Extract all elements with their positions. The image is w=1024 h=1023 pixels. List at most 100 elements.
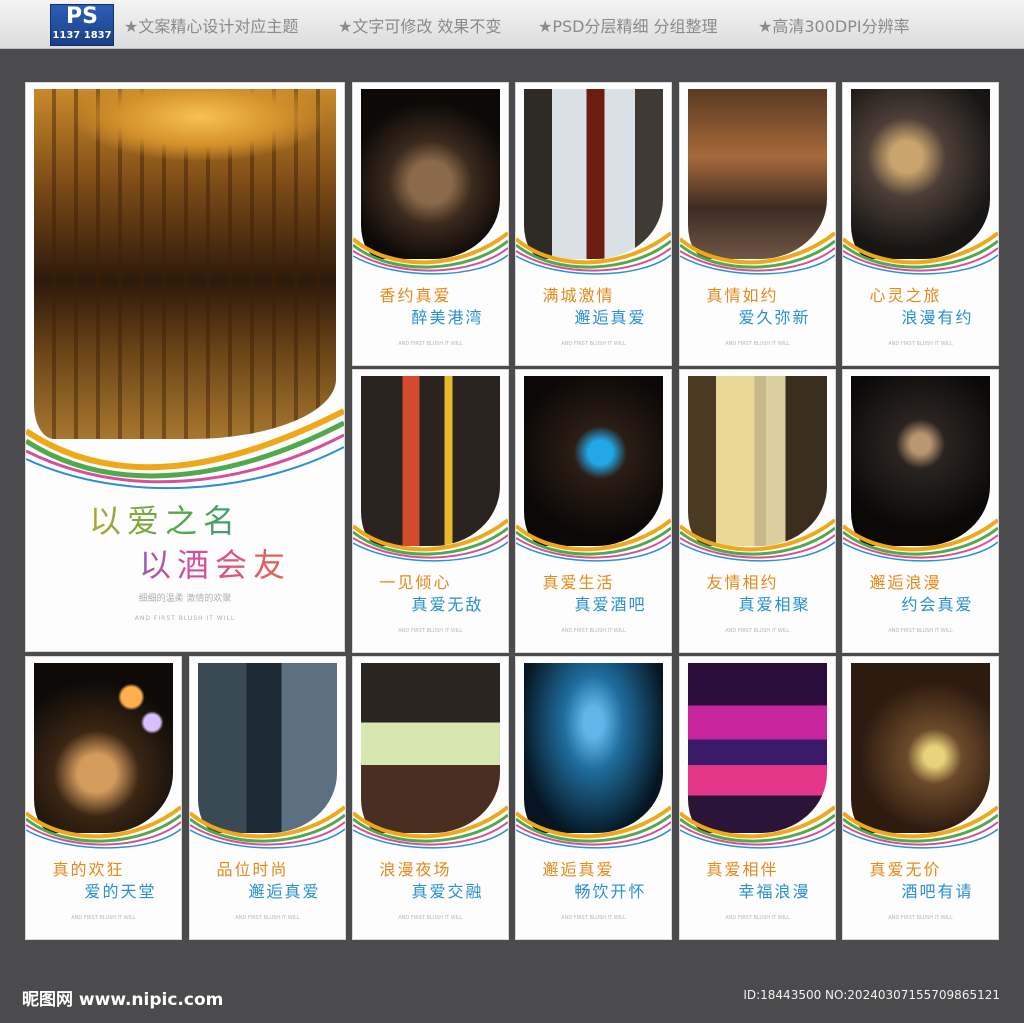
poster-panel: 浪漫夜场真爱交融 AND FIRST BLUSH IT WILL	[353, 657, 508, 939]
poster-caption-line2: 真爱相聚	[738, 595, 811, 614]
poster-caption: 友情相约真爱相聚	[680, 572, 835, 616]
poster-caption-line2: 真爱酒吧	[574, 595, 647, 614]
poster-caption-line1: 浪漫夜场	[379, 860, 452, 879]
poster-caption: 邂逅浪漫约会真爱	[843, 572, 998, 616]
poster-fine-text: AND FIRST BLUSH IT WILL	[71, 915, 136, 921]
poster-caption-line1: 一见倾心	[379, 573, 452, 592]
color-swoosh	[190, 805, 345, 849]
poster-caption-line2: 醉美港湾	[411, 308, 484, 327]
poster-caption-line1: 真爱无价	[869, 860, 942, 879]
feature-text-1: ★文案精心设计对应主题	[124, 17, 299, 36]
poster-panel: 品位时尚邂逅真爱 AND FIRST BLUSH IT WILL	[190, 657, 345, 939]
color-swoosh	[516, 518, 671, 562]
poster-fine-text: AND FIRST BLUSH IT WILL	[235, 915, 300, 921]
poster-caption: 心灵之旅浪漫有约	[843, 285, 998, 329]
main-title: 以爱之名 以酒会友	[26, 499, 344, 587]
poster-caption-line1: 邂逅浪漫	[869, 573, 942, 592]
poster-caption: 品位时尚邂逅真爱	[190, 859, 345, 903]
color-swoosh	[843, 518, 998, 562]
poster-panel: 真情如约爱久弥新 AND FIRST BLUSH IT WILL	[680, 83, 835, 365]
poster-panel: 真的欢狂爱的天堂 AND FIRST BLUSH IT WILL	[26, 657, 181, 939]
poster-caption-line2: 真爱交融	[411, 882, 484, 901]
main-title-line2: 以酒会友	[26, 543, 344, 587]
poster-panel: 真爱生活真爱酒吧 AND FIRST BLUSH IT WILL	[516, 370, 671, 652]
color-swoosh	[680, 805, 835, 849]
poster-fine-text: AND FIRST BLUSH IT WILL	[888, 628, 953, 634]
poster-fine-text: AND FIRST BLUSH IT WILL	[888, 915, 953, 921]
color-swoosh	[516, 805, 671, 849]
poster-panel: 香约真爱醉美港湾 AND FIRST BLUSH IT WILL	[353, 83, 508, 365]
color-swoosh	[353, 231, 508, 275]
poster-caption-line2: 酒吧有请	[901, 882, 974, 901]
poster-caption-line1: 真的欢狂	[52, 860, 125, 879]
poster-panel: 心灵之旅浪漫有约 AND FIRST BLUSH IT WILL	[843, 83, 998, 365]
poster-caption-line2: 畅饮开怀	[574, 882, 647, 901]
poster-caption-line1: 真爱生活	[542, 573, 615, 592]
poster-caption: 真情如约爱久弥新	[680, 285, 835, 329]
footer-brand: 昵图网 www.nipic.com	[22, 990, 224, 1010]
poster-caption-line2: 爱久弥新	[738, 308, 811, 327]
feature-text-4: ★高清300DPI分辨率	[758, 17, 910, 36]
color-swoosh	[843, 231, 998, 275]
main-poster: 以爱之名 以酒会友 细细的温柔 激情的欢聚 AND FIRST BLUSH IT…	[26, 83, 344, 651]
poster-caption-line2: 浪漫有约	[901, 308, 974, 327]
poster-fine-text: AND FIRST BLUSH IT WILL	[561, 341, 626, 347]
main-subtitle: 细细的温柔 激情的欢聚	[138, 594, 232, 604]
poster-panel: 满城激情邂逅真爱 AND FIRST BLUSH IT WILL	[516, 83, 671, 365]
poster-fine-text: AND FIRST BLUSH IT WILL	[398, 628, 463, 634]
poster-caption-line1: 满城激情	[542, 286, 615, 305]
poster-fine-text: AND FIRST BLUSH IT WILL	[398, 341, 463, 347]
poster-caption-line2: 邂逅真爱	[574, 308, 647, 327]
poster-caption: 真的欢狂爱的天堂	[26, 859, 181, 903]
poster-caption: 邂逅真爱畅饮开怀	[516, 859, 671, 903]
feature-text-2: ★文字可修改 效果不变	[338, 17, 502, 36]
poster-caption: 香约真爱醉美港湾	[353, 285, 508, 329]
poster-caption-line1: 真情如约	[706, 286, 779, 305]
poster-panel: 友情相约真爱相聚 AND FIRST BLUSH IT WILL	[680, 370, 835, 652]
poster-caption-line1: 邂逅真爱	[542, 860, 615, 879]
poster-caption-line1: 友情相约	[706, 573, 779, 592]
poster-fine-text: AND FIRST BLUSH IT WILL	[888, 341, 953, 347]
poster-caption-line1: 品位时尚	[216, 860, 289, 879]
poster-fine-text: AND FIRST BLUSH IT WILL	[561, 915, 626, 921]
poster-caption: 真爱无价酒吧有请	[843, 859, 998, 903]
poster-caption: 浪漫夜场真爱交融	[353, 859, 508, 903]
poster-caption-line1: 心灵之旅	[869, 286, 942, 305]
main-poster-photo	[34, 89, 336, 439]
poster-caption-line2: 邂逅真爱	[248, 882, 321, 901]
poster-caption-line2: 爱的天堂	[84, 882, 157, 901]
color-swoosh	[516, 231, 671, 275]
poster-fine-text: AND FIRST BLUSH IT WILL	[725, 628, 790, 634]
feature-text-3: ★PSD分层精细 分组整理	[538, 17, 718, 36]
poster-panel: 邂逅真爱畅饮开怀 AND FIRST BLUSH IT WILL	[516, 657, 671, 939]
poster-caption: 真爱相伴幸福浪漫	[680, 859, 835, 903]
poster-panel: 一见倾心真爱无敌 AND FIRST BLUSH IT WILL	[353, 370, 508, 652]
poster-caption: 一见倾心真爱无敌	[353, 572, 508, 616]
poster-fine-text: AND FIRST BLUSH IT WILL	[398, 915, 463, 921]
main-swoosh	[26, 408, 344, 490]
main-title-line1: 以爱之名	[26, 499, 344, 543]
header-bar: PS 1137 1837 ★文案精心设计对应主题 ★文字可修改 效果不变 ★PS…	[0, 0, 1024, 49]
poster-panel: 真爱无价酒吧有请 AND FIRST BLUSH IT WILL	[843, 657, 998, 939]
ps-logo: PS 1137 1837	[50, 4, 114, 46]
color-swoosh	[26, 805, 181, 849]
poster-caption-line2: 幸福浪漫	[738, 882, 811, 901]
color-swoosh	[353, 805, 508, 849]
poster-caption-line1: 真爱相伴	[706, 860, 779, 879]
poster-fine-text: AND FIRST BLUSH IT WILL	[725, 915, 790, 921]
color-swoosh	[353, 518, 508, 562]
poster-panel: 邂逅浪漫约会真爱 AND FIRST BLUSH IT WILL	[843, 370, 998, 652]
color-swoosh	[843, 805, 998, 849]
poster-fine-text: AND FIRST BLUSH IT WILL	[725, 341, 790, 347]
poster-panel: 真爱相伴幸福浪漫 AND FIRST BLUSH IT WILL	[680, 657, 835, 939]
footer-id: ID:18443500 NO:20240307155709865121	[743, 988, 1000, 1002]
poster-caption-line2: 真爱无敌	[411, 595, 484, 614]
poster-caption-line2: 约会真爱	[901, 595, 974, 614]
ps-logo-id: 1137 1837	[52, 30, 112, 41]
main-english: AND FIRST BLUSH IT WILL	[134, 615, 236, 622]
color-swoosh	[680, 518, 835, 562]
poster-caption: 真爱生活真爱酒吧	[516, 572, 671, 616]
poster-caption-line1: 香约真爱	[379, 286, 452, 305]
ps-logo-text: PS	[66, 4, 98, 29]
poster-fine-text: AND FIRST BLUSH IT WILL	[561, 628, 626, 634]
